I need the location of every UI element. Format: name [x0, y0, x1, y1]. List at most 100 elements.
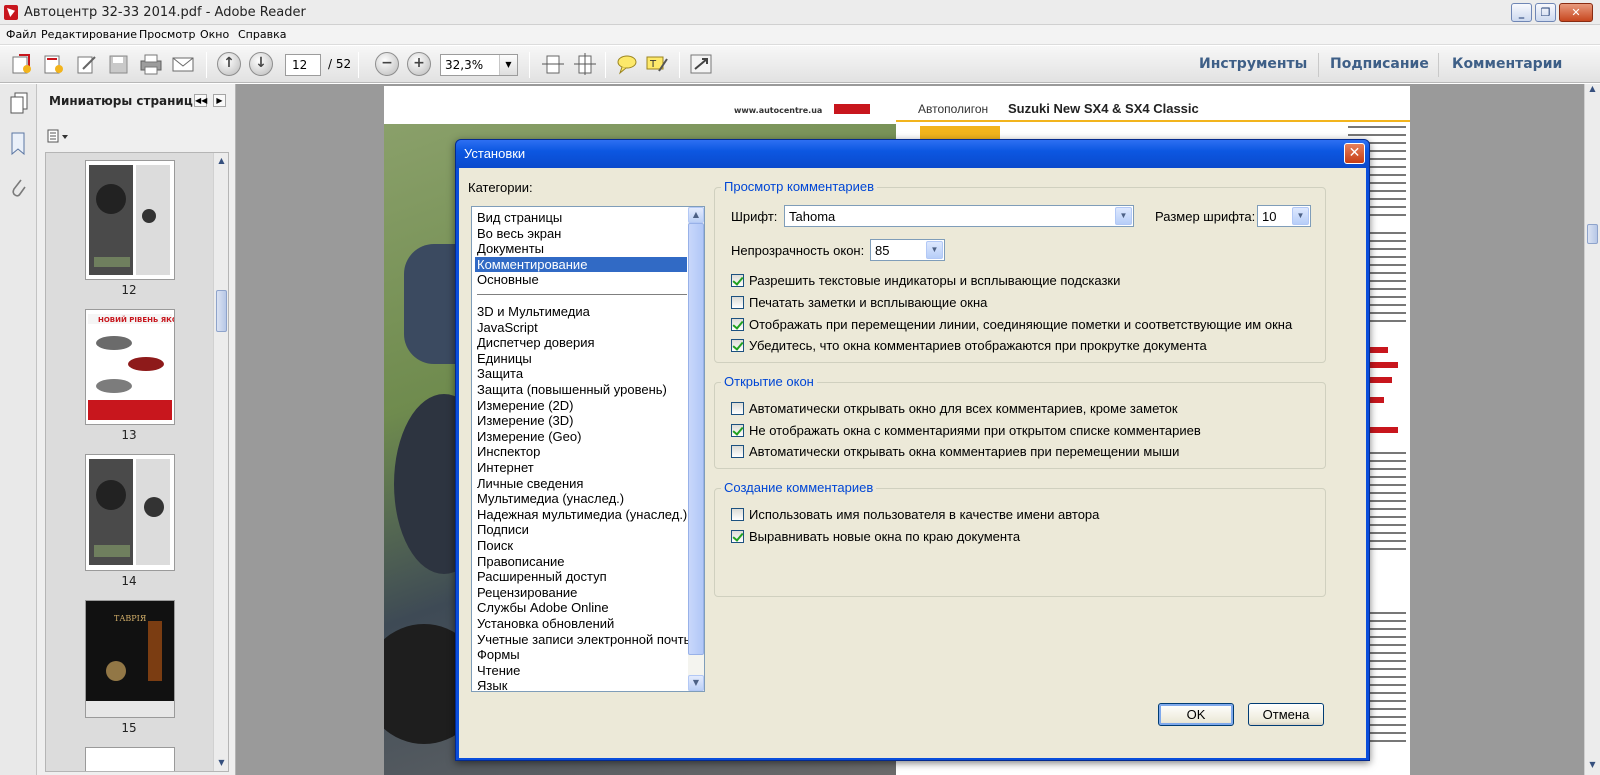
- scroll-thumb[interactable]: [1587, 224, 1598, 244]
- dialog-close-button[interactable]: ✕: [1344, 143, 1365, 164]
- category-item[interactable]: Мультимедиа (унаслед.): [475, 491, 624, 507]
- category-item-selected[interactable]: Комментирование: [475, 256, 687, 273]
- restore-button[interactable]: ❐: [1535, 3, 1556, 22]
- category-item[interactable]: Диспетчер доверия: [475, 335, 595, 351]
- page-number-input[interactable]: 12: [285, 54, 321, 76]
- checkbox[interactable]: [731, 274, 744, 287]
- checkbox[interactable]: [731, 508, 744, 521]
- checkbox[interactable]: [731, 445, 744, 458]
- full-screen-icon[interactable]: [689, 53, 713, 75]
- category-item[interactable]: Рецензирование: [475, 585, 577, 601]
- thumbnail-scrollbar[interactable]: ▲ ▼: [213, 153, 228, 771]
- category-item[interactable]: Личные сведения: [475, 476, 583, 492]
- fit-page-icon[interactable]: [573, 53, 597, 75]
- panel-collapse-icon[interactable]: ◀◀: [194, 94, 207, 107]
- checkbox[interactable]: [731, 296, 744, 309]
- fit-width-icon[interactable]: [541, 53, 565, 75]
- category-item[interactable]: Во весь экран: [475, 226, 561, 242]
- sign-link[interactable]: Подписание: [1330, 56, 1429, 72]
- save-icon[interactable]: [107, 53, 131, 75]
- category-item[interactable]: Защита: [475, 366, 523, 382]
- checkbox[interactable]: [731, 402, 744, 415]
- category-item[interactable]: Измерение (2D): [475, 398, 574, 414]
- category-item[interactable]: Интернет: [475, 460, 534, 476]
- menu-view[interactable]: Просмотр: [139, 28, 195, 41]
- scroll-thumb[interactable]: [216, 290, 227, 332]
- open-icon[interactable]: [10, 53, 34, 75]
- category-item[interactable]: Вид страницы: [475, 210, 562, 226]
- sticky-note-icon[interactable]: [615, 53, 639, 75]
- chevron-down-icon[interactable]: ▼: [1115, 207, 1132, 225]
- scroll-up-icon[interactable]: ▲: [1586, 84, 1599, 98]
- attachments-icon[interactable]: [10, 176, 26, 203]
- email-icon[interactable]: [171, 53, 195, 75]
- category-item[interactable]: Учетные записи электронной почты: [475, 632, 693, 648]
- next-page-button[interactable]: ↓: [249, 52, 273, 76]
- category-item[interactable]: Установка обновлений: [475, 616, 614, 632]
- thumbnail-page-14[interactable]: [85, 454, 175, 571]
- category-item[interactable]: Единицы: [475, 351, 532, 367]
- tools-link[interactable]: Инструменты: [1199, 56, 1307, 72]
- category-item[interactable]: Основные: [475, 272, 539, 288]
- opacity-select[interactable]: 85 ▼: [870, 239, 945, 261]
- page-thumbnails-icon[interactable]: [9, 92, 29, 117]
- font-size-select[interactable]: 10 ▼: [1257, 205, 1311, 227]
- zoom-out-button[interactable]: −: [375, 52, 399, 76]
- scroll-down-icon[interactable]: ▼: [688, 675, 704, 691]
- menu-edit[interactable]: Редактирование: [41, 28, 137, 41]
- options-menu-icon[interactable]: [47, 128, 71, 144]
- thumbnail-page-15[interactable]: ТАВРІЯ: [85, 600, 175, 718]
- edit-icon[interactable]: [75, 53, 99, 75]
- category-item[interactable]: Измерение (Geo): [475, 429, 581, 445]
- comment-link[interactable]: Комментарии: [1452, 56, 1562, 72]
- category-item[interactable]: Измерение (3D): [475, 413, 574, 429]
- font-select[interactable]: Tahoma ▼: [784, 205, 1134, 227]
- category-item[interactable]: Расширенный доступ: [475, 569, 607, 585]
- chevron-down-icon[interactable]: ▼: [926, 241, 943, 259]
- category-item[interactable]: Службы Adobe Online: [475, 600, 609, 616]
- chevron-down-icon[interactable]: ▼: [1292, 207, 1309, 225]
- categories-scrollbar[interactable]: ▲ ▼: [688, 207, 704, 691]
- bookmarks-icon[interactable]: [10, 132, 26, 159]
- previous-page-button[interactable]: ↑: [217, 52, 241, 76]
- category-item[interactable]: JavaScript: [475, 320, 538, 336]
- category-item[interactable]: Подписи: [475, 522, 529, 538]
- checkbox[interactable]: [731, 424, 744, 437]
- highlight-text-icon[interactable]: T: [645, 53, 669, 75]
- category-item[interactable]: Защита (повышенный уровень): [475, 382, 667, 398]
- zoom-in-button[interactable]: +: [407, 52, 431, 76]
- minimize-button[interactable]: _: [1511, 3, 1532, 22]
- menu-help[interactable]: Справка: [238, 28, 286, 41]
- checkbox[interactable]: [731, 530, 744, 543]
- thumbnail-page-16[interactable]: [85, 747, 175, 771]
- category-item[interactable]: Формы: [475, 647, 520, 663]
- menu-file[interactable]: Файл: [6, 28, 36, 41]
- category-item[interactable]: Язык: [475, 678, 507, 691]
- scroll-thumb[interactable]: [688, 223, 704, 655]
- scroll-down-icon[interactable]: ▼: [1586, 760, 1599, 774]
- chevron-down-icon[interactable]: ▼: [499, 55, 517, 75]
- category-item[interactable]: Надежная мультимедиа (унаслед.): [475, 507, 687, 523]
- menu-window[interactable]: Окно: [200, 28, 229, 41]
- thumbnail-page-12[interactable]: [85, 160, 175, 280]
- panel-expand-icon[interactable]: ▶: [213, 94, 226, 107]
- checkbox[interactable]: [731, 339, 744, 352]
- category-item[interactable]: Документы: [475, 241, 544, 257]
- scroll-up-icon[interactable]: ▲: [215, 153, 228, 168]
- scroll-down-icon[interactable]: ▼: [215, 755, 228, 770]
- cancel-button[interactable]: Отмена: [1248, 703, 1324, 726]
- document-scrollbar[interactable]: ▲ ▼: [1584, 84, 1600, 775]
- category-item[interactable]: Чтение: [475, 663, 520, 679]
- category-item[interactable]: Инспектор: [475, 444, 540, 460]
- checkbox[interactable]: [731, 318, 744, 331]
- category-item[interactable]: Правописание: [475, 554, 565, 570]
- print-icon[interactable]: [139, 53, 163, 75]
- thumbnail-page-13[interactable]: НОВИЙ РІВЕНЬ ЯКОСТІ: [85, 309, 190, 425]
- close-window-button[interactable]: ✕: [1559, 3, 1593, 22]
- category-item[interactable]: 3D и Мультимедиа: [475, 304, 590, 320]
- ok-button[interactable]: OK: [1158, 703, 1234, 726]
- scroll-up-icon[interactable]: ▲: [688, 207, 704, 223]
- category-item[interactable]: Поиск: [475, 538, 513, 554]
- create-pdf-icon[interactable]: [42, 53, 66, 75]
- categories-list[interactable]: Вид страницы Во весь экран Документы Ком…: [471, 206, 705, 692]
